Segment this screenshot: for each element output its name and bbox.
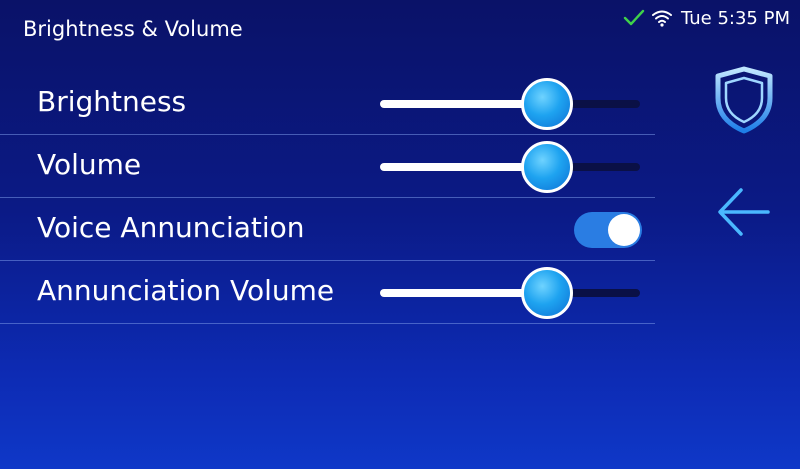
slider-thumb[interactable] (521, 267, 573, 319)
brightness-label: Brightness (37, 85, 187, 118)
brightness-slider[interactable] (380, 78, 640, 130)
volume-slider[interactable] (380, 141, 640, 193)
slider-thumb[interactable] (521, 78, 573, 130)
setting-row-volume: Volume (0, 135, 655, 198)
setting-row-voice-annunciation: Voice Annunciation (0, 198, 655, 261)
setting-row-brightness: Brightness (0, 72, 655, 135)
check-icon (623, 9, 645, 27)
voice-annunciation-toggle[interactable] (574, 212, 642, 248)
status-bar: Tue 5:35 PM (623, 6, 790, 30)
wifi-icon (651, 9, 673, 27)
back-arrow-icon[interactable] (714, 186, 772, 242)
volume-label: Volume (37, 148, 142, 181)
setting-row-annunciation-volume: Annunciation Volume (0, 261, 655, 324)
annunciation-volume-slider[interactable] (380, 267, 640, 319)
page-title: Brightness & Volume (23, 17, 243, 41)
shield-icon[interactable] (712, 66, 776, 138)
annunciation-volume-label: Annunciation Volume (37, 274, 335, 307)
status-time: Tue 5:35 PM (681, 7, 790, 29)
settings-list: Brightness Volume Voice Annunciation Ann… (0, 72, 655, 324)
toggle-knob (608, 214, 640, 246)
voice-annunciation-label: Voice Annunciation (37, 211, 305, 244)
slider-thumb[interactable] (521, 141, 573, 193)
